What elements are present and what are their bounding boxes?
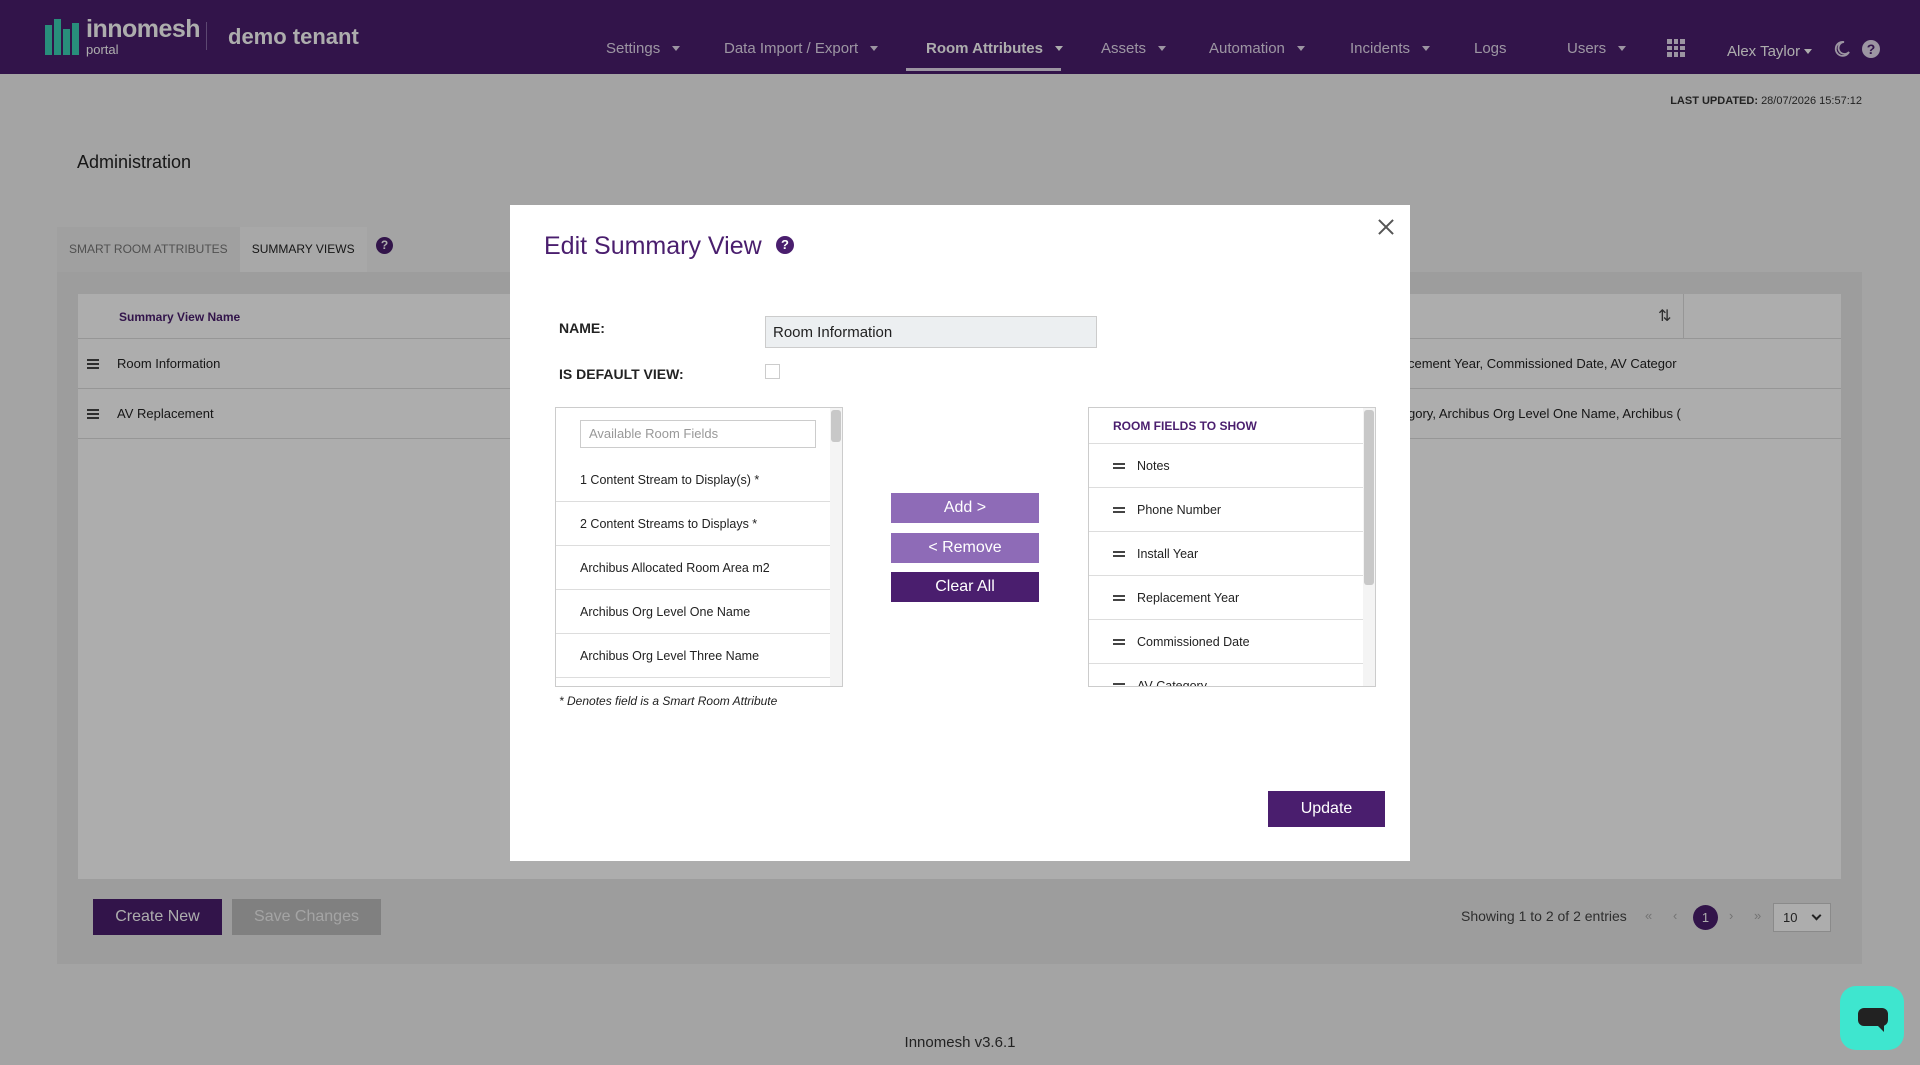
available-fields-search[interactable]: Available Room Fields — [580, 420, 816, 448]
default-view-label: IS DEFAULT VIEW: — [559, 366, 684, 382]
default-view-checkbox[interactable] — [765, 364, 780, 379]
smart-attribute-note: * Denotes field is a Smart Room Attribut… — [559, 694, 778, 708]
list-item[interactable]: AV Category — [1089, 664, 1363, 686]
list-item[interactable]: Archibus Allocated Room Area m2 — [556, 546, 830, 590]
remove-button[interactable]: < Remove — [891, 533, 1039, 563]
drag-handle-icon[interactable] — [1113, 639, 1125, 647]
clear-all-button[interactable]: Clear All — [891, 572, 1039, 602]
list-item[interactable]: Archibus Org Level Three Name — [556, 634, 830, 678]
update-button[interactable]: Update — [1268, 791, 1385, 827]
name-input[interactable] — [765, 316, 1097, 348]
modal-title: Edit Summary View — [544, 232, 762, 260]
name-label: NAME: — [559, 320, 605, 336]
scrollbar[interactable] — [1363, 408, 1375, 686]
list-item[interactable]: Commissioned Date — [1089, 620, 1363, 664]
help-icon[interactable]: ? — [776, 236, 794, 254]
scrollbar-thumb[interactable] — [831, 410, 841, 442]
drag-handle-icon[interactable] — [1113, 551, 1125, 559]
list-item[interactable]: Phone Number — [1089, 488, 1363, 532]
scrollbar-thumb[interactable] — [1364, 410, 1374, 585]
list-item[interactable]: Archibus Org Level One Name — [556, 590, 830, 634]
close-icon[interactable] — [1374, 215, 1398, 239]
drag-handle-icon[interactable] — [1113, 595, 1125, 603]
list-item[interactable]: Install Year — [1089, 532, 1363, 576]
list-item[interactable]: Replacement Year — [1089, 576, 1363, 620]
room-fields-to-show-list[interactable]: ROOM FIELDS TO SHOW Notes Phone Number I… — [1088, 407, 1376, 687]
add-button[interactable]: Add > — [891, 493, 1039, 523]
list-item[interactable]: 2 Content Streams to Displays * — [556, 502, 830, 546]
edit-summary-view-modal: Edit Summary View ? NAME: IS DEFAULT VIE… — [510, 205, 1410, 861]
list-item[interactable]: Notes — [1089, 444, 1363, 488]
list-item[interactable]: 1 Content Stream to Display(s) * — [556, 458, 830, 502]
drag-handle-icon[interactable] — [1113, 463, 1125, 471]
drag-handle-icon[interactable] — [1113, 507, 1125, 515]
available-fields-list[interactable]: Available Room Fields 1 Content Stream t… — [555, 407, 843, 687]
room-fields-header: ROOM FIELDS TO SHOW — [1089, 408, 1363, 444]
chat-icon[interactable] — [1840, 986, 1904, 1050]
scrollbar[interactable] — [830, 408, 842, 686]
drag-handle-icon[interactable] — [1113, 683, 1125, 686]
